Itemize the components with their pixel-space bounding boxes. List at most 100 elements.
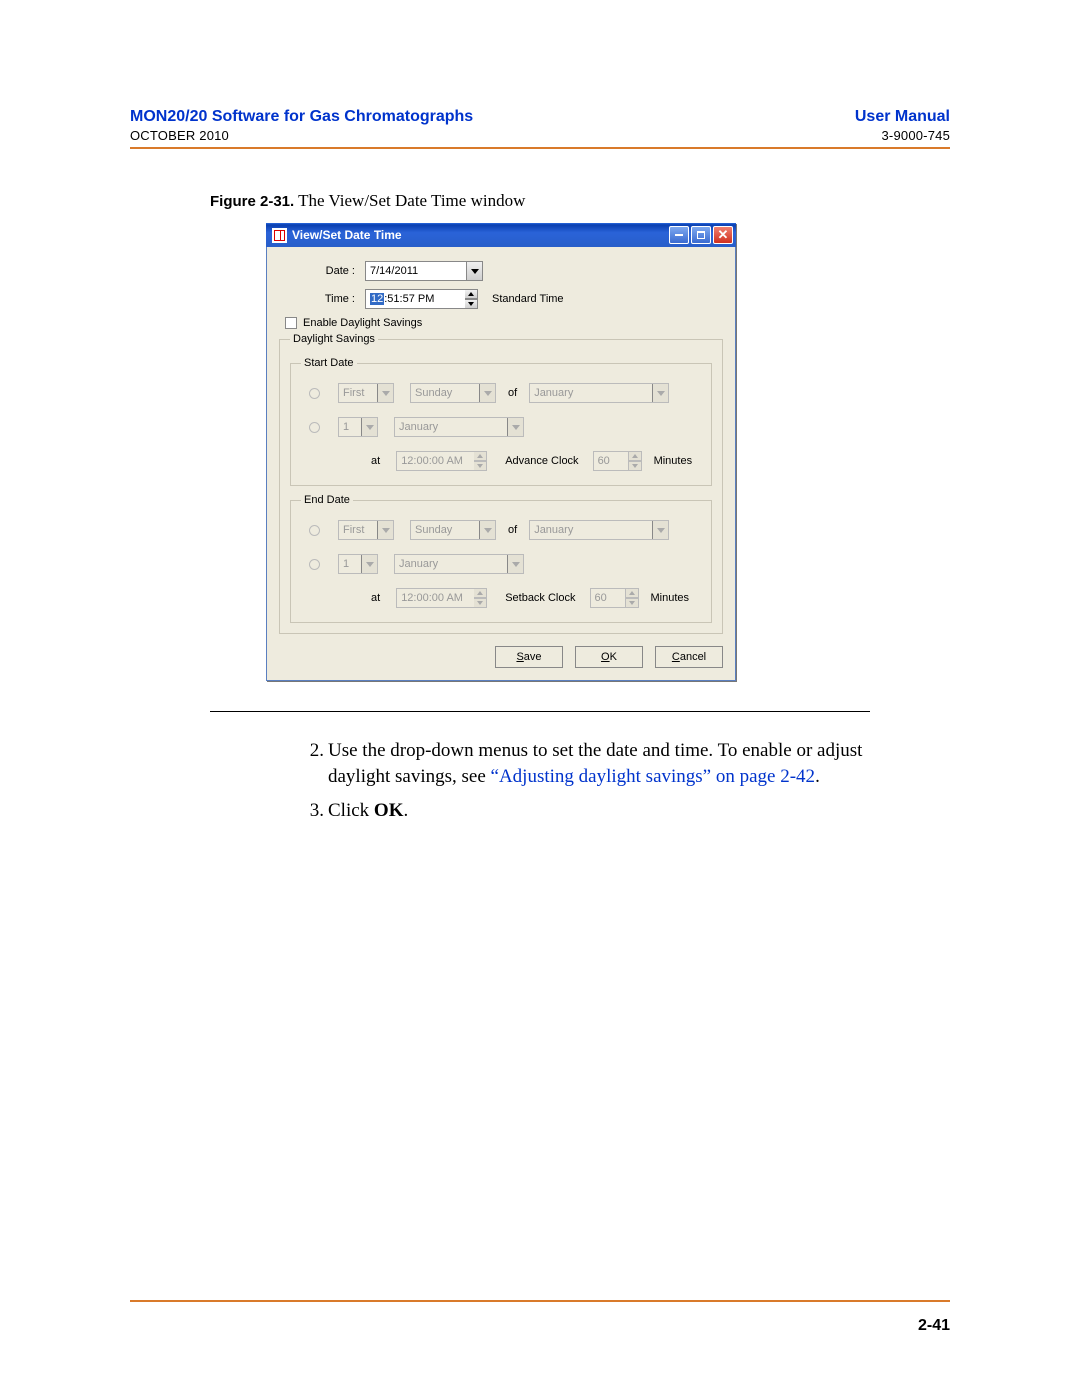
end-day-dropdown[interactable]: Sunday bbox=[410, 520, 496, 540]
minimize-button[interactable] bbox=[669, 226, 689, 244]
app-icon bbox=[272, 228, 287, 243]
end-month-a-dropdown[interactable]: January bbox=[529, 520, 669, 540]
footer-rule bbox=[130, 1300, 950, 1302]
end-radio-b[interactable] bbox=[309, 559, 320, 570]
figure-rule bbox=[210, 711, 870, 712]
step-3-number: 3. bbox=[300, 798, 324, 824]
setback-minutes-input[interactable]: 60 bbox=[590, 588, 626, 608]
header-title-right: User Manual bbox=[855, 108, 950, 126]
at-label: at bbox=[371, 455, 380, 467]
start-month-b-dropdown[interactable]: January bbox=[394, 417, 524, 437]
start-date-group: Start Date First Sunday of January bbox=[290, 357, 712, 486]
ds-legend: Daylight Savings bbox=[290, 333, 378, 345]
setback-minutes-spinner[interactable] bbox=[625, 588, 639, 608]
maximize-button[interactable] bbox=[691, 226, 711, 244]
end-daynum-dropdown[interactable]: 1 bbox=[338, 554, 378, 574]
end-month-b-value: January bbox=[399, 558, 438, 570]
end-month-a-value: January bbox=[534, 524, 573, 536]
start-daynum-dropdown[interactable]: 1 bbox=[338, 417, 378, 437]
date-value: 7/14/2011 bbox=[370, 265, 418, 277]
start-ord-value: First bbox=[343, 387, 364, 399]
time-label: Time : bbox=[279, 293, 365, 305]
cancel-button[interactable]: Cancel bbox=[655, 646, 723, 668]
end-month-b-dropdown[interactable]: January bbox=[394, 554, 524, 574]
end-radio-a[interactable] bbox=[309, 525, 320, 536]
figure-label: Figure 2-31. bbox=[210, 193, 294, 210]
header-title-left: MON20/20 Software for Gas Chromatographs bbox=[130, 108, 473, 126]
step-3-ok: OK bbox=[374, 800, 404, 821]
end-ord-value: First bbox=[343, 524, 364, 536]
standard-time-label: Standard Time bbox=[492, 293, 564, 305]
step-3-text-a: Click bbox=[328, 800, 374, 821]
window-client: Date : 7/14/2011 Time : 12:51:57 PM Sta bbox=[266, 247, 736, 681]
end-daynum-value: 1 bbox=[343, 558, 349, 570]
start-month-a-value: January bbox=[534, 387, 573, 399]
step-3-text-c: . bbox=[403, 800, 408, 821]
xp-window: View/Set Date Time ✕ Date : 7/14/2011 bbox=[266, 223, 736, 681]
end-day-value: Sunday bbox=[415, 524, 452, 536]
chevron-down-icon bbox=[507, 418, 523, 436]
chevron-down-icon bbox=[361, 555, 377, 573]
chevron-down-icon bbox=[479, 384, 495, 402]
advance-minutes-input[interactable]: 60 bbox=[593, 451, 629, 471]
start-at-spinner[interactable] bbox=[473, 451, 487, 471]
minutes-label: Minutes bbox=[654, 455, 693, 467]
end-at-value: 12:00:00 AM bbox=[401, 592, 463, 604]
at-label-2: at bbox=[371, 592, 380, 604]
chevron-down-icon[interactable] bbox=[466, 262, 482, 280]
figure-caption-text: The View/Set Date Time window bbox=[294, 191, 525, 210]
end-at-spinner[interactable] bbox=[473, 588, 487, 608]
start-day-dropdown[interactable]: Sunday bbox=[410, 383, 496, 403]
chevron-down-icon bbox=[361, 418, 377, 436]
end-ord-dropdown[interactable]: First bbox=[338, 520, 394, 540]
start-month-a-dropdown[interactable]: January bbox=[529, 383, 669, 403]
step-2-number: 2. bbox=[300, 738, 324, 790]
advance-label: Advance Clock bbox=[505, 455, 578, 467]
enable-ds-checkbox[interactable] bbox=[285, 317, 297, 329]
minutes-label-2: Minutes bbox=[651, 592, 690, 604]
chevron-down-icon bbox=[652, 521, 668, 539]
titlebar[interactable]: View/Set Date Time ✕ bbox=[266, 223, 736, 247]
close-button[interactable]: ✕ bbox=[713, 226, 733, 244]
chevron-down-icon bbox=[652, 384, 668, 402]
of-label: of bbox=[508, 387, 517, 399]
step-2-xref[interactable]: “Adjusting daylight savings” on page 2-4… bbox=[491, 766, 816, 787]
time-input[interactable]: 12:51:57 PM bbox=[365, 289, 465, 309]
of-label-2: of bbox=[508, 524, 517, 536]
end-date-group: End Date First Sunday of January bbox=[290, 494, 712, 623]
end-legend: End Date bbox=[301, 494, 353, 506]
figure-caption: Figure 2-31. The View/Set Date Time wind… bbox=[210, 191, 950, 211]
chevron-down-icon bbox=[377, 521, 393, 539]
start-legend: Start Date bbox=[301, 357, 357, 369]
time-rest: :51:57 PM bbox=[384, 293, 434, 305]
page-number: 2-41 bbox=[918, 1317, 950, 1335]
start-daynum-value: 1 bbox=[343, 421, 349, 433]
header-sub-right: 3-9000-745 bbox=[882, 128, 951, 143]
window-title: View/Set Date Time bbox=[292, 228, 402, 242]
start-day-value: Sunday bbox=[415, 387, 452, 399]
start-radio-a[interactable] bbox=[309, 388, 320, 399]
start-ord-dropdown[interactable]: First bbox=[338, 383, 394, 403]
chevron-down-icon bbox=[507, 555, 523, 573]
chevron-down-icon bbox=[377, 384, 393, 402]
header-sub-left: OCTOBER 2010 bbox=[130, 128, 229, 143]
start-month-b-value: January bbox=[399, 421, 438, 433]
start-at-value: 12:00:00 AM bbox=[401, 455, 463, 467]
end-at-time[interactable]: 12:00:00 AM bbox=[396, 588, 474, 608]
date-dropdown[interactable]: 7/14/2011 bbox=[365, 261, 483, 281]
start-radio-b[interactable] bbox=[309, 422, 320, 433]
daylight-savings-group: Daylight Savings Start Date First Sunday bbox=[279, 333, 723, 634]
time-spinner[interactable] bbox=[464, 289, 478, 309]
date-label: Date : bbox=[279, 265, 365, 277]
setback-label: Setback Clock bbox=[505, 592, 575, 604]
time-hours-selected: 12 bbox=[370, 293, 384, 305]
advance-minutes-spinner[interactable] bbox=[628, 451, 642, 471]
step-2-text-b: . bbox=[815, 766, 820, 787]
setback-minutes-value: 60 bbox=[595, 592, 607, 604]
ok-button[interactable]: OK bbox=[575, 646, 643, 668]
save-button[interactable]: Save bbox=[495, 646, 563, 668]
enable-ds-label: Enable Daylight Savings bbox=[303, 317, 422, 329]
instruction-list: 2. Use the drop-down menus to set the da… bbox=[300, 738, 870, 825]
chevron-down-icon bbox=[479, 521, 495, 539]
start-at-time[interactable]: 12:00:00 AM bbox=[396, 451, 474, 471]
